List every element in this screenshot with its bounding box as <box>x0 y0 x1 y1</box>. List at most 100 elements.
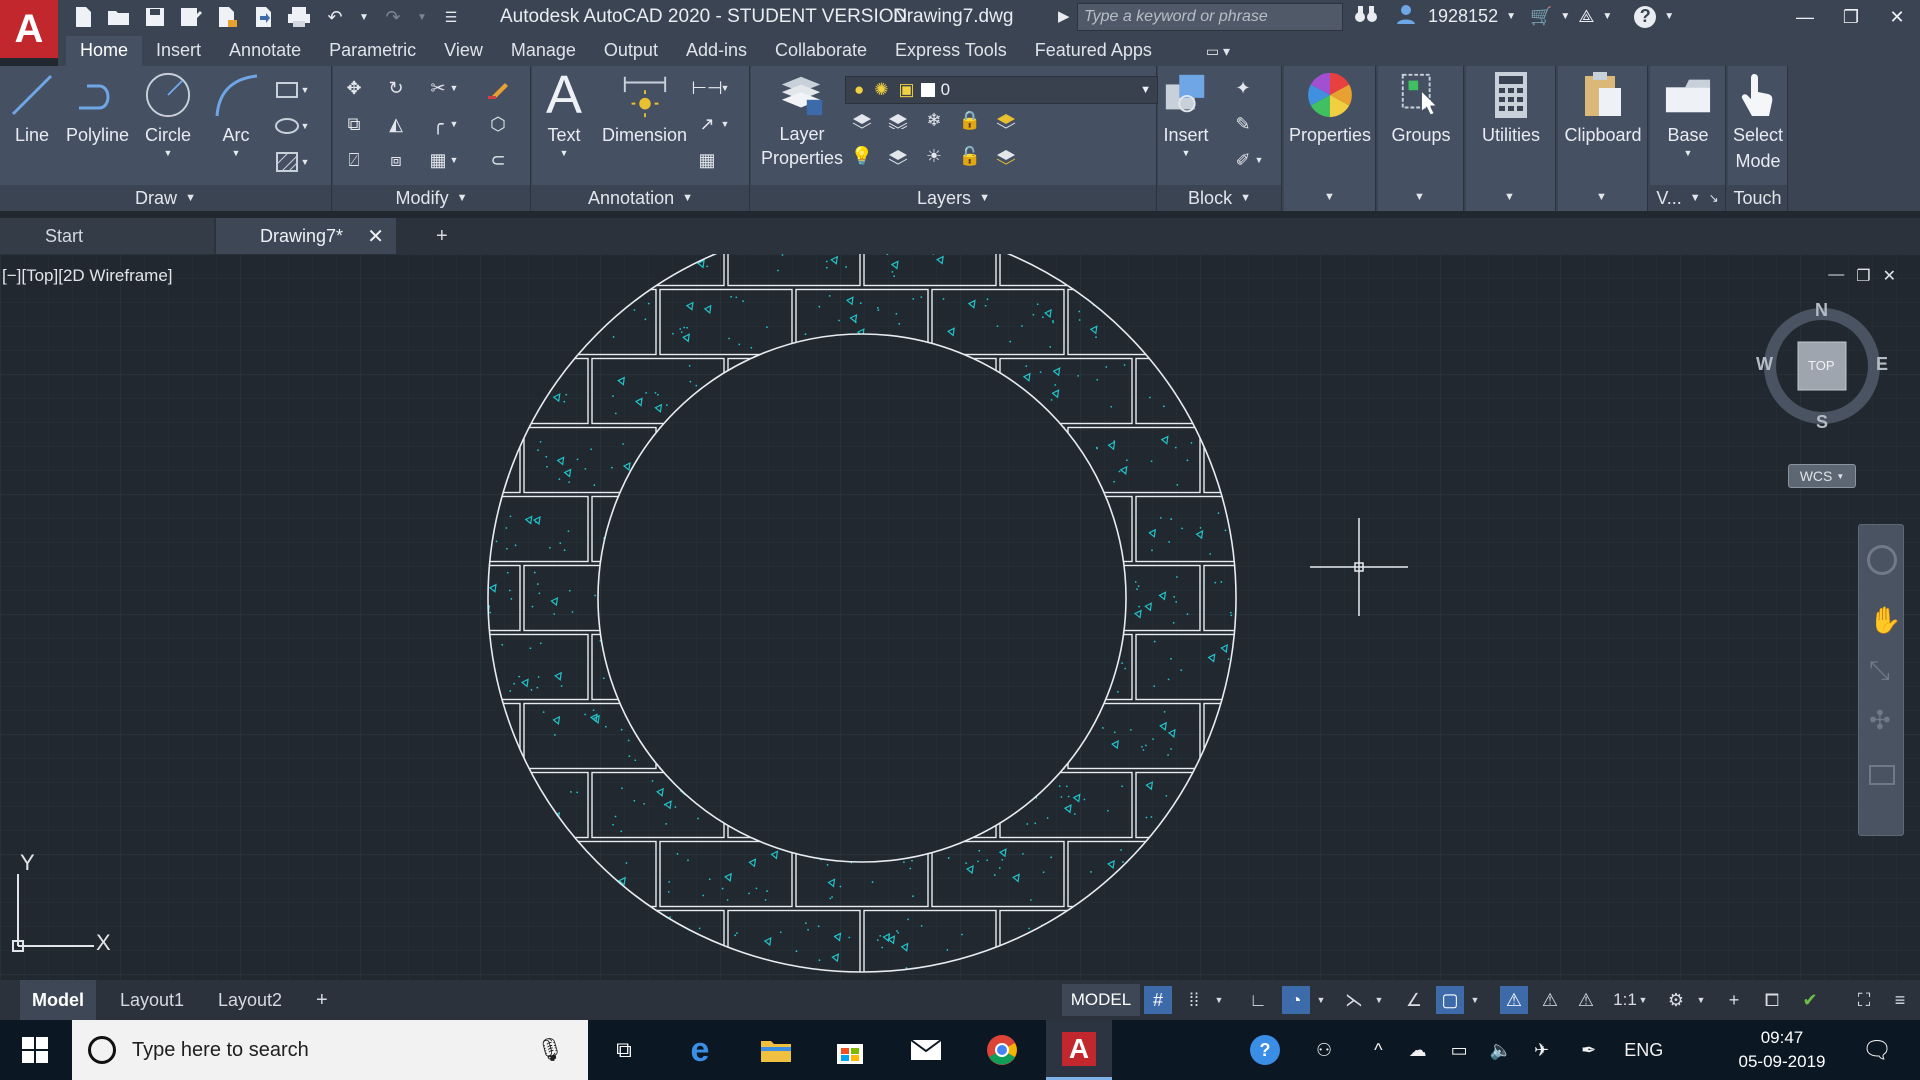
viewport-controls-label[interactable]: [−][Top][2D Wireframe] <box>2 266 173 286</box>
annotation-scale-icon[interactable]: ⚠ <box>1572 986 1600 1014</box>
chevron-down-icon[interactable]: ▼ <box>416 4 428 30</box>
edge-browser-icon[interactable]: e <box>670 1020 730 1080</box>
plot-icon[interactable] <box>214 4 240 30</box>
mail-icon[interactable] <box>896 1020 956 1080</box>
chevron-down-icon[interactable]: ▼ <box>1596 191 1607 203</box>
layers-panel-title[interactable]: Layers ▼ <box>751 185 1156 211</box>
tab-parametric[interactable]: Parametric <box>315 36 430 66</box>
customize-icon[interactable]: ☰ <box>438 4 464 30</box>
polyline-tool[interactable]: Polyline <box>66 70 129 148</box>
groups-tool[interactable]: Groups <box>1382 70 1460 148</box>
add-layout-icon[interactable]: + <box>316 980 328 1020</box>
annotation-visibility-icon[interactable]: ⚠ <box>1500 986 1528 1014</box>
drawing-area[interactable] <box>0 254 1920 980</box>
microphone-icon[interactable]: 🎙 <box>536 1037 564 1063</box>
layer-lock-icon[interactable]: 🔒 <box>955 106 985 134</box>
modify-panel-title[interactable]: Modify ▼ <box>333 185 530 211</box>
object-snap-icon[interactable]: ▢ <box>1436 986 1464 1014</box>
grid-display-icon[interactable]: # <box>1144 986 1172 1014</box>
print-icon[interactable] <box>286 4 312 30</box>
insert-block-tool[interactable]: Insert ▼ <box>1162 70 1210 158</box>
select-mode-tool[interactable]: Select Mode <box>1730 70 1786 174</box>
volume-icon[interactable]: 🔈 <box>1490 1040 1512 1061</box>
minimize-icon[interactable]: — <box>1782 0 1828 34</box>
binoculars-icon[interactable] <box>1354 4 1378 29</box>
restore-icon[interactable]: ❐ <box>1828 0 1874 34</box>
airplane-mode-icon[interactable]: ✈ <box>1534 1040 1549 1061</box>
viewcube[interactable]: N S W E TOP <box>1756 300 1888 432</box>
move-icon[interactable]: ✥ <box>339 74 369 102</box>
isolate-objects-icon[interactable]: ⧠ <box>1758 986 1786 1014</box>
stretch-icon[interactable]: ⍁ <box>339 146 369 174</box>
tab-layout2[interactable]: Layout2 <box>218 980 282 1020</box>
zoom-extents-icon[interactable]: ⤡ <box>1869 655 1890 687</box>
ortho-mode-icon[interactable]: ∟ <box>1244 986 1272 1014</box>
scale-icon[interactable]: ⧈ <box>381 146 411 174</box>
create-block-icon[interactable]: ✦ <box>1228 74 1258 102</box>
chevron-down-icon[interactable]: ▼ <box>1468 986 1482 1014</box>
properties-tool[interactable]: Properties <box>1288 70 1372 148</box>
chevron-down-icon[interactable]: ▼ <box>1560 11 1570 22</box>
chevron-down-icon[interactable]: ▼ <box>1372 986 1386 1014</box>
text-tool[interactable]: A Text ▼ <box>540 65 588 158</box>
showmotion-icon[interactable] <box>1869 765 1895 785</box>
close-icon[interactable]: ✕ <box>1874 0 1920 34</box>
chevron-down-icon[interactable]: ▼ <box>358 4 370 30</box>
layer-freeze-icon[interactable]: ❄ <box>919 106 949 134</box>
hardware-acceleration-icon[interactable]: ✔ <box>1796 986 1824 1014</box>
tab-express-tools[interactable]: Express Tools <box>881 36 1021 66</box>
layer-state-icon[interactable] <box>847 106 877 134</box>
save-as-icon[interactable] <box>178 4 204 30</box>
base-view-tool[interactable]: Base ▼ <box>1654 70 1722 158</box>
chevron-right-icon[interactable]: ▶ <box>1058 7 1070 25</box>
viewcube-north[interactable]: N <box>1815 300 1828 321</box>
chevron-down-icon[interactable]: ▼ <box>1212 986 1226 1014</box>
tab-featured-apps[interactable]: Featured Apps <box>1021 36 1166 66</box>
import-icon[interactable] <box>250 4 276 30</box>
workspace-gear-icon[interactable]: ⚙ <box>1662 986 1690 1014</box>
user-id[interactable]: 1928152 <box>1428 6 1498 27</box>
restore-icon[interactable]: ❐ <box>1856 266 1870 286</box>
people-icon[interactable]: ⚇ <box>1316 1040 1332 1061</box>
tab-add-ins[interactable]: Add-ins <box>672 36 761 66</box>
tab-layout1[interactable]: Layout1 <box>120 980 184 1020</box>
chevron-down-icon[interactable]: ▼ <box>560 148 569 158</box>
erase-icon[interactable] <box>483 74 513 102</box>
chevron-down-icon[interactable]: ▼ <box>298 148 312 176</box>
annotation-monitor-icon[interactable]: + <box>1720 986 1748 1014</box>
chevron-down-icon[interactable]: ▼ <box>447 110 461 138</box>
tab-manage[interactable]: Manage <box>497 36 590 66</box>
clean-screen-icon[interactable]: ⛶ <box>1850 986 1878 1014</box>
chevron-down-icon[interactable]: ▼ <box>1664 11 1674 22</box>
tab-start[interactable]: Start <box>0 218 214 254</box>
chrome-icon[interactable] <box>972 1020 1032 1080</box>
layer-walk-icon[interactable] <box>991 142 1021 170</box>
help-tips-icon[interactable]: ? <box>1250 1035 1280 1065</box>
edit-block-icon[interactable]: ✎ <box>1228 110 1258 138</box>
close-icon[interactable]: ✕ <box>367 224 384 249</box>
tab-output[interactable]: Output <box>590 36 672 66</box>
open-icon[interactable] <box>106 4 132 30</box>
viewcube-south[interactable]: S <box>1816 412 1828 433</box>
viewcube-top-face[interactable]: TOP <box>1808 358 1835 373</box>
chevron-down-icon[interactable]: ▼ <box>298 76 312 104</box>
snap-mode-icon[interactable]: ⁞⁞ <box>1180 986 1208 1014</box>
tab-model[interactable]: Model <box>20 980 96 1020</box>
annotation-panel-title[interactable]: Annotation ▼ <box>532 185 749 211</box>
chevron-down-icon[interactable]: ▼ <box>1636 986 1650 1014</box>
autocad-taskbar-icon[interactable]: A <box>1046 1020 1112 1080</box>
microsoft-store-icon[interactable] <box>820 1020 880 1080</box>
chevron-down-icon[interactable]: ▼ <box>1314 986 1328 1014</box>
current-layer-dropdown[interactable]: ● ✺ ▣ 0 ▼ <box>845 76 1158 104</box>
chevron-down-icon[interactable]: ▼ <box>1182 148 1191 158</box>
properties-panel[interactable]: Properties ▼ <box>1284 66 1376 211</box>
layer-isolate-icon[interactable] <box>883 142 913 170</box>
layer-merge-icon[interactable] <box>991 106 1021 134</box>
chevron-down-icon[interactable]: ▼ <box>1414 191 1425 203</box>
customization-icon[interactable]: ≡ <box>1886 986 1914 1014</box>
battery-icon[interactable]: ▭ <box>1451 1040 1468 1061</box>
new-tab-button[interactable]: + <box>436 225 448 248</box>
chevron-up-icon[interactable]: ^ <box>1374 1040 1382 1061</box>
viewcube-west[interactable]: W <box>1756 354 1773 375</box>
chevron-down-icon[interactable]: ▼ <box>1694 986 1708 1014</box>
